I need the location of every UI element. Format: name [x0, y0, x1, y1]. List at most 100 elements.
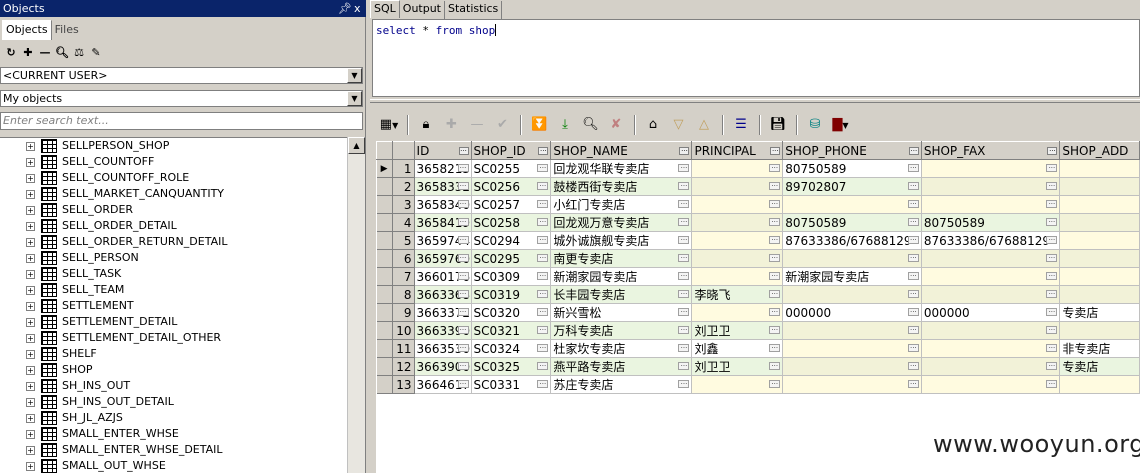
cell-edit-icon[interactable]: ... — [457, 181, 469, 190]
table-cell[interactable]: 新兴雪松... — [550, 303, 693, 322]
column-menu-icon[interactable]: ... — [1047, 146, 1058, 155]
table-cell[interactable]: ... — [691, 249, 784, 268]
table-cell[interactable]: 城外诚旗舰专卖店... — [550, 231, 693, 250]
table-cell[interactable]: 87633386/67688129... — [782, 231, 922, 250]
sort-desc-icon[interactable]: ▽ — [668, 114, 690, 136]
row-indicator[interactable] — [376, 357, 393, 376]
table-cell[interactable]: 回龙观万意专卖店... — [550, 213, 693, 232]
table-cell[interactable]: 3664617... — [414, 375, 472, 394]
scroll-up-icon[interactable]: ▲ — [348, 137, 365, 154]
tree-item[interactable]: + SELL_ORDER_DETAIL — [0, 218, 347, 234]
cell-edit-icon[interactable]: ... — [457, 235, 469, 244]
table-cell[interactable]: 3659760... — [414, 249, 472, 268]
table-row[interactable]: 4 3658419... SC0258... 回龙观万意专卖店...... 807505… — [376, 213, 1140, 232]
cell-edit-icon[interactable]: ... — [537, 235, 549, 244]
object-tree[interactable]: + SELLPERSON_SHOP + SELL_COUNTOFF + SELL_COUN… — [0, 137, 347, 473]
row-indicator[interactable] — [376, 375, 393, 394]
table-cell[interactable]: 3663530... — [414, 339, 472, 358]
table-cell[interactable] — [1059, 267, 1140, 286]
column-menu-icon[interactable]: ... — [458, 146, 469, 155]
expand-icon[interactable]: + — [26, 334, 35, 343]
cell-edit-icon[interactable]: ... — [1046, 199, 1058, 208]
table-cell[interactable]: ... — [691, 195, 784, 214]
tree-item[interactable]: + SHOP — [0, 362, 347, 378]
expand-icon[interactable]: + — [26, 414, 35, 423]
table-cell[interactable] — [1059, 231, 1140, 250]
column-header-shop-phone[interactable]: SHOP_PHONE... — [782, 141, 922, 160]
chevron-down-icon[interactable]: ▼ — [347, 68, 362, 83]
table-row[interactable]: ▶ 1 3658213... SC0255... 回龙观华联专卖店...... 80750… — [376, 159, 1140, 178]
table-cell[interactable]: SC0321... — [471, 321, 552, 340]
cell-edit-icon[interactable]: ... — [678, 325, 690, 334]
table-row[interactable]: 8 3663368... SC0319... 长丰园专卖店... 李晓飞........… — [376, 285, 1140, 304]
table-cell[interactable]: SC0325... — [471, 357, 552, 376]
search-input[interactable]: Enter search text... — [0, 112, 363, 130]
table-cell[interactable]: ... — [921, 375, 1061, 394]
table-cell[interactable]: 专卖店 — [1059, 357, 1140, 376]
column-header-shop-fax[interactable]: SHOP_FAX... — [920, 141, 1061, 160]
table-cell[interactable]: ... — [921, 177, 1061, 196]
cell-edit-icon[interactable]: ... — [457, 379, 469, 388]
tree-item[interactable]: + SETTLEMENT_DETAIL — [0, 314, 347, 330]
cell-edit-icon[interactable]: ... — [769, 325, 781, 334]
column-header-shop-id[interactable]: SHOP_ID... — [470, 141, 552, 160]
cell-edit-icon[interactable]: ... — [769, 379, 781, 388]
table-cell[interactable]: 80750589... — [921, 213, 1061, 232]
table-cell[interactable]: 3663390... — [414, 321, 472, 340]
cell-edit-icon[interactable]: ... — [537, 271, 549, 280]
lock-icon[interactable]: 🔒︎ — [415, 114, 437, 136]
cell-edit-icon[interactable]: ... — [678, 271, 690, 280]
table-cell[interactable]: 刘鑫... — [691, 339, 784, 358]
next-page-icon[interactable]: ⏬ — [529, 114, 551, 136]
row-indicator[interactable] — [376, 303, 393, 322]
cell-edit-icon[interactable]: ... — [537, 253, 549, 262]
row-indicator[interactable] — [376, 267, 393, 286]
row-indicator[interactable] — [376, 339, 393, 358]
column-header-id[interactable]: ID... — [413, 141, 472, 160]
table-cell[interactable]: SC0255... — [471, 159, 552, 178]
row-indicator[interactable] — [376, 321, 393, 340]
column-menu-icon[interactable]: ... — [770, 146, 781, 155]
table-cell[interactable]: 万科专卖店... — [550, 321, 693, 340]
cell-edit-icon[interactable]: ... — [907, 289, 919, 298]
table-cell[interactable]: 3658340... — [414, 195, 472, 214]
cell-edit-icon[interactable]: ... — [678, 199, 690, 208]
expand-icon[interactable]: + — [26, 254, 35, 263]
cell-edit-icon[interactable]: ... — [1046, 343, 1058, 352]
cell-edit-icon[interactable]: ... — [907, 217, 919, 226]
column-header-shop-name[interactable]: SHOP_NAME... — [550, 141, 693, 160]
tab-output[interactable]: Output — [400, 1, 445, 19]
tree-item[interactable]: + SMALL_OUT_WHSE — [0, 458, 347, 473]
table-cell[interactable]: 专卖店 — [1059, 303, 1140, 322]
tree-item[interactable]: + SMALL_ENTER_WHSE — [0, 426, 347, 442]
tree-item[interactable]: + SELL_ORDER — [0, 202, 347, 218]
cell-edit-icon[interactable]: ... — [769, 163, 781, 172]
cell-edit-icon[interactable]: ... — [769, 217, 781, 226]
cell-edit-icon[interactable]: ... — [678, 343, 690, 352]
cell-edit-icon[interactable]: ... — [457, 361, 469, 370]
table-cell[interactable]: ... — [921, 321, 1061, 340]
cell-edit-icon[interactable]: ... — [537, 325, 549, 334]
table-cell[interactable]: 3658332... — [414, 177, 472, 196]
cell-edit-icon[interactable]: ... — [1046, 361, 1058, 370]
properties-icon[interactable]: ✎ — [88, 46, 104, 59]
cell-edit-icon[interactable]: ... — [1046, 325, 1058, 334]
table-cell[interactable]: 3659744... — [414, 231, 472, 250]
pin-icon[interactable]: 📌︎ — [338, 0, 352, 17]
table-cell[interactable]: ... — [782, 285, 922, 304]
cell-edit-icon[interactable]: ... — [907, 379, 919, 388]
table-cell[interactable]: 3658419... — [414, 213, 472, 232]
cell-edit-icon[interactable]: ... — [457, 163, 469, 172]
table-cell[interactable]: 000000... — [921, 303, 1061, 322]
table-cell[interactable]: 长丰园专卖店... — [550, 285, 693, 304]
table-cell[interactable]: 杜家坎专卖店... — [550, 339, 693, 358]
table-cell[interactable]: 3658213... — [414, 159, 472, 178]
column-header-shop-add[interactable]: SHOP_ADD — [1059, 141, 1140, 160]
table-cell[interactable]: ... — [921, 339, 1061, 358]
cell-edit-icon[interactable]: ... — [678, 307, 690, 316]
expand-icon[interactable]: + — [26, 190, 35, 199]
tab-files[interactable]: Files — [50, 20, 83, 40]
sort-asc-icon[interactable]: △ — [693, 114, 715, 136]
cell-edit-icon[interactable]: ... — [457, 217, 469, 226]
table-cell[interactable]: 80750589... — [782, 213, 922, 232]
